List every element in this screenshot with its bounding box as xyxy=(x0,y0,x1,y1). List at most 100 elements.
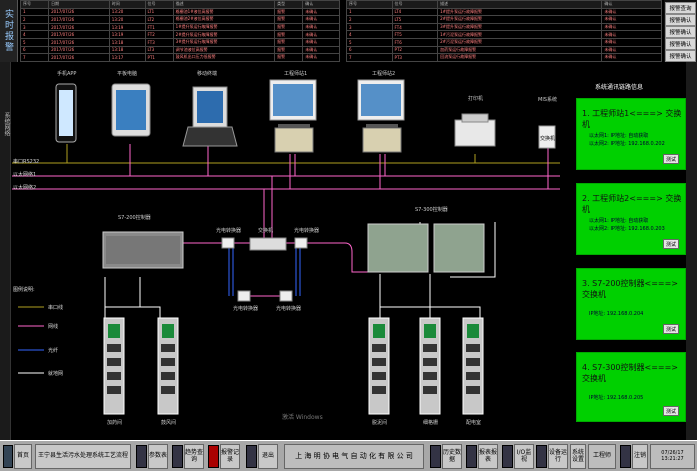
fiber4-label: 光电转换器 xyxy=(276,306,302,312)
alarm-cell: FT1 xyxy=(144,22,174,32)
alarm-action-button[interactable]: 报警确认 xyxy=(665,26,696,38)
alarm-action-button[interactable]: 报警查询 xyxy=(665,2,696,14)
alarm-cell: LT5 xyxy=(391,15,439,24)
alarm-cell: 报警 xyxy=(274,15,304,24)
alarm-cell: FT3 xyxy=(144,37,174,47)
alarm-header-cell: 序号 xyxy=(19,0,50,9)
io-button[interactable]: I/O监视 xyxy=(514,444,534,469)
device-button[interactable]: 设备运行 xyxy=(548,444,568,469)
info-box-2-test-button[interactable]: 测试 xyxy=(663,239,679,249)
report-icon xyxy=(466,445,477,468)
alarm-header-cell: 确认 xyxy=(302,0,340,9)
alarm-row[interactable]: 7 PT3 回流泵运行故障报警 未确认 xyxy=(346,53,662,62)
trend-button[interactable]: 趋势查询 xyxy=(184,444,204,469)
alarm-action-button[interactable]: 报警确认 xyxy=(665,38,696,50)
alarm-cell: 未确认 xyxy=(302,37,340,47)
alarm-side-label: 实时报警 xyxy=(0,0,18,62)
home-button[interactable]: 首页 xyxy=(14,444,32,469)
alarm-row[interactable]: 4 FT5 1#污泥泵运行故障报警 未确认 xyxy=(346,30,662,39)
alarm-cell: 1#污泥泵运行故障报警 xyxy=(437,30,603,39)
legend-label-fiber: 光纤 xyxy=(48,348,59,354)
workstation1-label: 工程师站1 xyxy=(284,71,308,77)
alarm-cell: 未确认 xyxy=(601,30,662,39)
alarm-action-button[interactable]: 报警确认 xyxy=(665,14,696,26)
alarm-row[interactable]: 3 2017/07/26 13:19 FT1 1#提升泵运行故障报警 报警 未确认 xyxy=(19,22,340,32)
info-box-1-line2: 以太网2: IP地址: 192.168.0.202 xyxy=(589,141,665,147)
alarm-cell: 报警 xyxy=(274,30,304,39)
plc300-rack1-icon xyxy=(367,223,429,273)
alarm-cell: LT1 xyxy=(144,7,174,17)
params-button[interactable]: 参数表 xyxy=(148,444,168,469)
alarm-row[interactable]: 2 2017/07/26 13:20 LT2 格栅池2#液位高报警 报警 未确认 xyxy=(19,15,340,24)
alarm-cell: 1 xyxy=(346,7,393,17)
alarm-header-cell: 序号 xyxy=(346,0,393,9)
alarm-cell: 调节池液位高报警 xyxy=(172,45,276,55)
alarm-row[interactable]: 3 FT4 3#提升泵运行故障报警 未确认 xyxy=(346,22,662,32)
alarm-button-column: 报警查询 报警确认 报警确认 报警确认 报警确认 xyxy=(664,0,697,62)
cabinet5-label: 配电室 xyxy=(466,420,482,426)
alarm-cell: PT2 xyxy=(391,45,439,55)
history-button[interactable]: 历史数据 xyxy=(442,444,462,469)
alarm-cell: 13:19 xyxy=(108,22,146,32)
alarm-cell: 13:20 xyxy=(108,7,146,17)
alarm-row[interactable]: 6 PT2 加药泵运行故障报警 未确认 xyxy=(346,45,662,55)
alarm-cell: 未确认 xyxy=(302,7,340,17)
alarm-button[interactable]: 报警记录 xyxy=(220,444,240,469)
alarm-row[interactable]: 6 2017/07/26 13:18 LT3 调节池液位高报警 报警 未确认 xyxy=(19,45,340,55)
alarm-cell: 未确认 xyxy=(302,15,340,24)
legend-label-network: 网线 xyxy=(48,324,59,330)
fiber-converter-2-icon xyxy=(294,237,308,249)
info-box-1-title: 1. 工程师站1<===> 交换机 xyxy=(582,109,682,129)
info-box-4-test-button[interactable]: 测试 xyxy=(663,406,679,416)
alarm-cell: 未确认 xyxy=(601,22,662,32)
history-icon xyxy=(430,445,441,468)
alarm-cell: 13:18 xyxy=(108,45,146,55)
alarm-cell: 报警 xyxy=(274,22,304,32)
info-box-3-title: 3. S7-200控制器<===> 交换机 xyxy=(582,279,679,299)
alarm-row[interactable]: 1 LT4 1#提升泵运行故障报警 未确认 xyxy=(346,7,662,17)
alarm-row[interactable]: 4 2017/07/26 13:19 FT2 2#提升泵运行故障报警 报警 未确认 xyxy=(19,30,340,39)
cabinet3-label: 脱泥间 xyxy=(372,420,388,426)
report-button[interactable]: 报表报表 xyxy=(478,444,498,469)
alarm-cell: 未确认 xyxy=(302,53,340,62)
alarm-cell: FT2 xyxy=(144,30,174,39)
trend-icon xyxy=(172,445,183,468)
alarm-row[interactable]: 5 2017/07/26 13:18 FT3 3#提升泵运行故障报警 报警 未确认 xyxy=(19,37,340,47)
cabinet1-label: 加药间 xyxy=(107,420,123,426)
alarm-table-header: 序号 位号 描述 确认 xyxy=(346,0,662,9)
process-flow-button[interactable]: 王宁县生活污水处理系统工艺流程 xyxy=(35,444,131,469)
info-box-3-line2: IP地址: 192.168.0.204 xyxy=(589,311,644,317)
alarm-table-secondary: 序号 位号 描述 确认 1 LT4 1#提升泵运行故障报警 未确认 2 LT5 2#提升泵运行故障报… xyxy=(346,0,662,62)
alarm-cell: 未确认 xyxy=(601,45,662,55)
alarm-row[interactable]: 5 FT6 2#污泥泵运行故障报警 未确认 xyxy=(346,37,662,47)
alarm-action-button[interactable]: 报警确认 xyxy=(665,50,696,62)
alarm-row[interactable]: 7 2017/07/26 13:17 PT1 鼓风机出口压力低报警 报警 未确认 xyxy=(19,53,340,62)
alarm-row[interactable]: 1 2017/07/26 13:20 LT1 格栅池1#液位高报警 报警 未确认 xyxy=(19,7,340,17)
plc200-label: S7-200控制器 xyxy=(118,215,151,221)
scada-screen: 实时报警 序号 日期 时间 位号 描述 类型 确认 1 2017/07/26 13:20 LT1 格栅… xyxy=(0,0,697,471)
alarm-cell: 报警 xyxy=(274,53,304,62)
alarm-cell: 未确认 xyxy=(302,45,340,55)
info-box-1-test-button[interactable]: 测试 xyxy=(663,154,679,164)
datetime-display: 07/26/17 13:21:27 xyxy=(650,444,695,469)
logout-button[interactable]: 注销 xyxy=(632,444,648,469)
alarm-row[interactable]: 2 LT5 2#提升泵运行故障报警 未确认 xyxy=(346,15,662,24)
alarm-cell: 3#提升泵运行故障报警 xyxy=(437,22,603,32)
alarm-cell: LT2 xyxy=(144,15,174,24)
sys-button[interactable]: 系统设置 xyxy=(570,444,586,469)
logout-icon xyxy=(620,445,631,468)
alarm-header-cell: 描述 xyxy=(437,0,603,9)
exit-button[interactable]: 退出 xyxy=(258,444,278,469)
switch-label: 交换机 xyxy=(258,228,274,234)
alarm-header-cell: 位号 xyxy=(391,0,439,9)
alarm-cell: 13:20 xyxy=(108,15,146,24)
printer-label: 打印机 xyxy=(468,96,484,102)
alarm-header-cell: 日期 xyxy=(48,0,110,9)
alarm-table-header: 序号 日期 时间 位号 描述 类型 确认 xyxy=(19,0,340,9)
alarm-cell: 2#污泥泵运行故障报警 xyxy=(437,37,603,47)
alarm-icon xyxy=(208,445,219,468)
fiber2-label: 光电转换器 xyxy=(294,228,320,234)
mobile-label: 手机APP xyxy=(57,71,77,77)
info-box-3-test-button[interactable]: 测试 xyxy=(663,324,679,334)
alarm-cell: 5 xyxy=(346,37,393,47)
